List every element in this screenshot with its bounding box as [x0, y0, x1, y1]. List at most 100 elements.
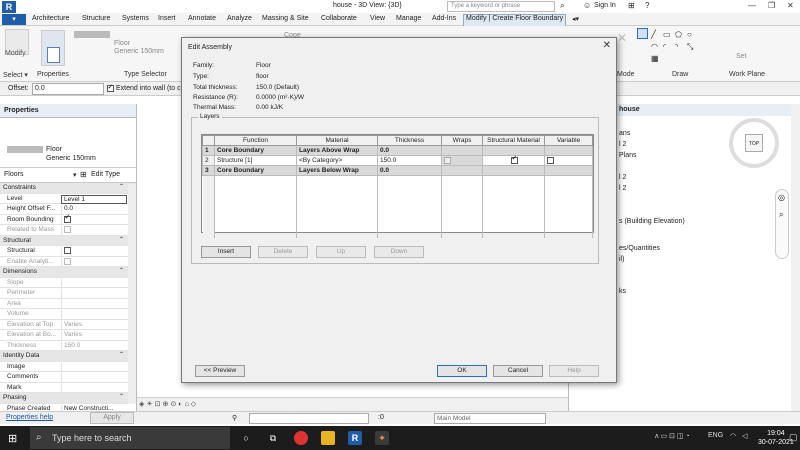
table-row[interactable]: 1 Core Boundary Layers Above Wrap 0.0 — [202, 145, 593, 156]
offset-input[interactable]: 0.0 — [32, 83, 104, 95]
pick-lines-icon[interactable]: ⤡ — [687, 42, 693, 52]
col-header-thickness[interactable]: Thickness — [377, 135, 442, 146]
up-button[interactable]: Up — [316, 246, 366, 258]
rectangle-icon[interactable]: ▭ — [663, 30, 671, 39]
tab-modify-create-floor-boundary[interactable]: Modify | Create Floor Boundary — [463, 14, 567, 26]
col-header-variable[interactable]: Variable — [544, 135, 593, 146]
select-group-label[interactable]: Select ▾ — [3, 71, 28, 79]
collapse-caret-icon[interactable]: ⌃ — [119, 393, 124, 400]
cancel-edit-icon[interactable]: ✕ — [617, 31, 627, 45]
chrome-icon[interactable] — [294, 431, 308, 445]
collapse-caret-icon[interactable]: ⌃ — [119, 236, 124, 243]
property-value[interactable] — [61, 247, 127, 256]
properties-scrollbar[interactable] — [128, 184, 136, 404]
property-value[interactable]: Level 1 — [61, 194, 127, 204]
variable-checkbox[interactable] — [547, 156, 554, 164]
collapse-caret-icon[interactable]: ⌃ — [119, 351, 124, 358]
circle-icon[interactable]: ○ — [687, 30, 692, 39]
variable-cell[interactable] — [544, 155, 593, 166]
col-header-structural-material[interactable]: Structural Material — [482, 135, 545, 146]
row-number[interactable]: 1 — [202, 145, 215, 156]
tab-structure[interactable]: Structure — [82, 15, 110, 22]
ok-button[interactable]: OK — [437, 365, 487, 377]
type-selector-name[interactable]: Floor — [114, 40, 130, 47]
properties-help-link[interactable]: Properties help — [6, 414, 53, 421]
set-label[interactable]: Set — [736, 53, 747, 60]
down-button[interactable]: Down — [374, 246, 424, 258]
tab-architecture[interactable]: Architecture — [32, 15, 69, 22]
design-option-dropdown[interactable]: Main Model — [434, 413, 546, 424]
tab-insert[interactable]: Insert — [158, 15, 176, 22]
user-icon[interactable]: ☺ — [583, 1, 591, 10]
workset-dropdown[interactable] — [249, 413, 369, 424]
file-explorer-icon[interactable] — [321, 431, 335, 445]
structural-material-checkbox[interactable] — [511, 154, 518, 164]
tab-add-ins[interactable]: Add-Ins — [432, 15, 456, 22]
browser-item[interactable]: l 2 — [619, 174, 626, 181]
property-group-header[interactable]: Identity Data ⌃ — [0, 351, 136, 362]
language-indicator[interactable]: ENG — [708, 432, 723, 439]
help-button[interactable]: Help — [549, 365, 599, 377]
row-number[interactable]: 3 — [202, 165, 215, 176]
property-group-header[interactable]: Structural ⌃ — [0, 235, 136, 246]
edit-type-button[interactable]: Edit Type — [91, 171, 120, 178]
viewport-scrollbar[interactable] — [791, 104, 800, 424]
browser-item[interactable]: il) — [619, 256, 624, 263]
close-icon[interactable]: ✕ — [787, 1, 794, 10]
browser-item[interactable]: s (Building Elevation) — [619, 218, 685, 225]
tab-view[interactable]: View — [370, 15, 385, 22]
tab-analyze[interactable]: Analyze — [227, 15, 252, 22]
binoculars-icon[interactable]: ⌕ — [560, 1, 564, 11]
property-checkbox[interactable] — [64, 213, 71, 223]
browser-item[interactable]: Plans — [619, 152, 637, 159]
row-number[interactable]: 2 — [202, 155, 215, 166]
col-header-function[interactable]: Function — [214, 135, 297, 146]
boundary-line-icon[interactable] — [637, 28, 648, 39]
pick-walls-icon[interactable]: ▦ — [651, 54, 659, 63]
col-header-wraps[interactable]: Wraps — [441, 135, 483, 146]
tray-icons[interactable]: ʌ ▭ ⊡ ◫ ◔ — [655, 432, 690, 440]
table-row[interactable]: 2 Structure [1] <By Category> 150.0 — [202, 154, 593, 166]
property-row[interactable]: Mark — [0, 383, 136, 393]
app-logo[interactable]: R — [2, 1, 16, 13]
dialog-close-icon[interactable]: ✕ — [603, 40, 611, 51]
revit-taskbar-icon[interactable]: R — [348, 431, 362, 445]
col-header-material[interactable]: Material — [296, 135, 378, 146]
property-group-header[interactable]: Dimensions ⌃ — [0, 267, 136, 278]
view-cube-top[interactable]: TOP — [745, 134, 763, 152]
help-icon[interactable]: ? — [645, 1, 649, 10]
insert-button[interactable]: Insert — [201, 246, 251, 258]
tangent-arc-icon[interactable]: ◜ — [663, 42, 666, 51]
view-control-icons[interactable]: ◈☀⊡⊕⊙◐⌂◇ — [139, 400, 198, 408]
file-tab[interactable]: ▾ — [2, 14, 26, 25]
navigation-bar[interactable]: ◎ ⌕ — [775, 189, 789, 259]
property-row[interactable]: Comments — [0, 372, 136, 383]
type-selector-sub[interactable]: Generic 150mm — [114, 48, 164, 55]
browser-item[interactable]: ks — [619, 288, 626, 295]
property-value[interactable] — [61, 373, 127, 382]
extend-checkbox[interactable] — [107, 83, 114, 92]
minimize-icon[interactable]: — — [748, 1, 756, 10]
arc-icon[interactable]: ◠ — [651, 42, 658, 51]
cart-icon[interactable]: ⊞ — [628, 1, 635, 10]
collapse-caret-icon[interactable]: ⌃ — [119, 267, 124, 274]
property-value[interactable]: 0.0 — [61, 205, 127, 214]
sign-in-link[interactable]: Sign In — [594, 2, 616, 9]
category-dropdown-icon[interactable]: ▾ — [73, 171, 77, 179]
notifications-icon[interactable]: ▢ — [789, 432, 798, 443]
keyword-search-input[interactable]: Type a keyword or phrase — [447, 1, 555, 12]
view-cube-compass[interactable]: TOP — [729, 118, 779, 168]
tab-massing-site[interactable]: Massing & Site — [262, 15, 309, 22]
property-row[interactable]: Level Level 1 — [0, 194, 136, 204]
app-taskbar-icon[interactable]: ✦ — [375, 431, 389, 445]
taskbar-search[interactable]: ⌕ Type here to search — [30, 427, 230, 449]
browser-item[interactable]: ans — [619, 130, 630, 137]
ribbon-toggle-icon[interactable]: ◂▾ — [572, 15, 579, 23]
function-cell[interactable]: Structure [1] — [214, 155, 297, 166]
tab-manage[interactable]: Manage — [396, 15, 421, 22]
property-value[interactable] — [61, 213, 127, 225]
thickness-cell[interactable]: 150.0 — [377, 155, 442, 166]
cortana-icon[interactable]: ○ — [239, 431, 253, 445]
category-filter[interactable]: Floors ▾ ⊞ Edit Type — [0, 168, 136, 183]
edit-type-icon[interactable]: ⊞ — [80, 170, 87, 179]
